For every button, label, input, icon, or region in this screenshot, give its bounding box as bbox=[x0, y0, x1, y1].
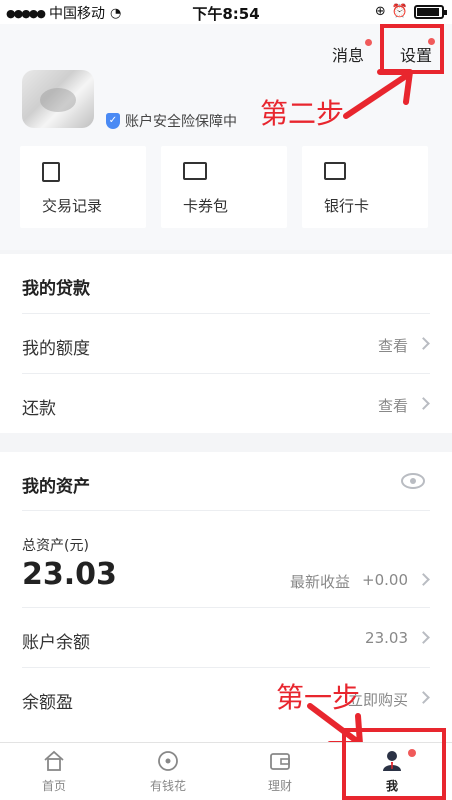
messages-label: 消息 bbox=[332, 46, 365, 65]
arrow-to-settings-icon bbox=[343, 69, 413, 119]
tab-wealth[interactable]: 理财 bbox=[240, 749, 320, 794]
tab-home[interactable]: 首页 bbox=[14, 749, 94, 794]
total-assets-value: 23.03 bbox=[22, 557, 117, 592]
row-value: 查看 bbox=[377, 397, 408, 415]
chevron-right-icon bbox=[417, 691, 430, 704]
home-icon bbox=[44, 750, 64, 771]
chevron-right-icon bbox=[417, 397, 430, 410]
security-status[interactable]: ✓ 账户安全险保障中 bbox=[106, 111, 237, 131]
loans-title: 我的贷款 bbox=[22, 279, 90, 299]
battery-icon bbox=[414, 4, 447, 19]
status-right: ⊕ ⏰ bbox=[374, 4, 447, 19]
row-name: 余额盈 bbox=[22, 693, 73, 713]
shield-check-icon: ✓ bbox=[106, 113, 120, 129]
card-bank-cards[interactable]: 银行卡 bbox=[302, 146, 428, 228]
step-two-annotation: 第二步 bbox=[260, 97, 345, 130]
card-label: 银行卡 bbox=[324, 197, 370, 215]
row-my-credit-limit[interactable]: 我的额度 查看 bbox=[22, 313, 430, 373]
bank-card-icon bbox=[324, 162, 346, 180]
avatar[interactable] bbox=[22, 70, 94, 128]
status-bar: ●●●●● 中国移动 ◔ 下午8:54 ⊕ ⏰ bbox=[0, 0, 452, 24]
card-label: 交易记录 bbox=[42, 197, 103, 215]
chevron-right-icon bbox=[417, 337, 430, 350]
assets-title: 我的资产 bbox=[22, 477, 90, 497]
rotation-lock-icon: ⊕ bbox=[374, 4, 386, 19]
card-label: 卡券包 bbox=[183, 197, 229, 215]
assets-section: 我的资产 总资产(元) 23.03 最新收益 +0.00 账户余额 23.03 … bbox=[0, 452, 452, 742]
row-account-balance[interactable]: 账户余额 23.03 bbox=[22, 607, 430, 667]
row-name: 我的额度 bbox=[22, 339, 90, 359]
row-name: 还款 bbox=[22, 399, 56, 419]
wallet-icon bbox=[270, 753, 290, 770]
tab-label: 有钱花 bbox=[149, 779, 186, 793]
eye-icon[interactable] bbox=[400, 472, 426, 490]
total-assets-label: 总资产(元) bbox=[22, 538, 89, 554]
card-coupons[interactable]: 卡券包 bbox=[161, 146, 287, 228]
messages-button[interactable]: 消息 bbox=[332, 42, 364, 66]
total-assets-block[interactable]: 总资产(元) 23.03 最新收益 +0.00 bbox=[22, 510, 430, 607]
row-repayment[interactable]: 还款 查看 bbox=[22, 373, 430, 433]
security-text: 账户安全险保障中 bbox=[125, 114, 237, 130]
tab-label: 首页 bbox=[41, 779, 66, 793]
tab-label: 理财 bbox=[267, 779, 292, 793]
card-transaction-records[interactable]: 交易记录 bbox=[20, 146, 146, 228]
coin-icon bbox=[158, 751, 178, 771]
receipt-icon bbox=[42, 162, 60, 182]
tab-youqianhua[interactable]: 有钱花 bbox=[128, 749, 208, 794]
me-tab-highlight-box bbox=[342, 728, 446, 800]
alarm-icon: ⏰ bbox=[391, 4, 408, 19]
latest-income-label: 最新收益 bbox=[289, 573, 350, 591]
row-value: 查看 bbox=[377, 337, 408, 355]
loans-section: 我的贷款 我的额度 查看 还款 查看 bbox=[0, 254, 452, 433]
chevron-right-icon bbox=[417, 631, 430, 644]
row-name: 账户余额 bbox=[22, 633, 90, 653]
messages-badge bbox=[365, 39, 372, 46]
chevron-right-icon bbox=[417, 573, 430, 586]
latest-income-value: +0.00 bbox=[362, 571, 408, 589]
row-value: 23.03 bbox=[365, 629, 408, 647]
coupon-icon bbox=[183, 162, 207, 180]
